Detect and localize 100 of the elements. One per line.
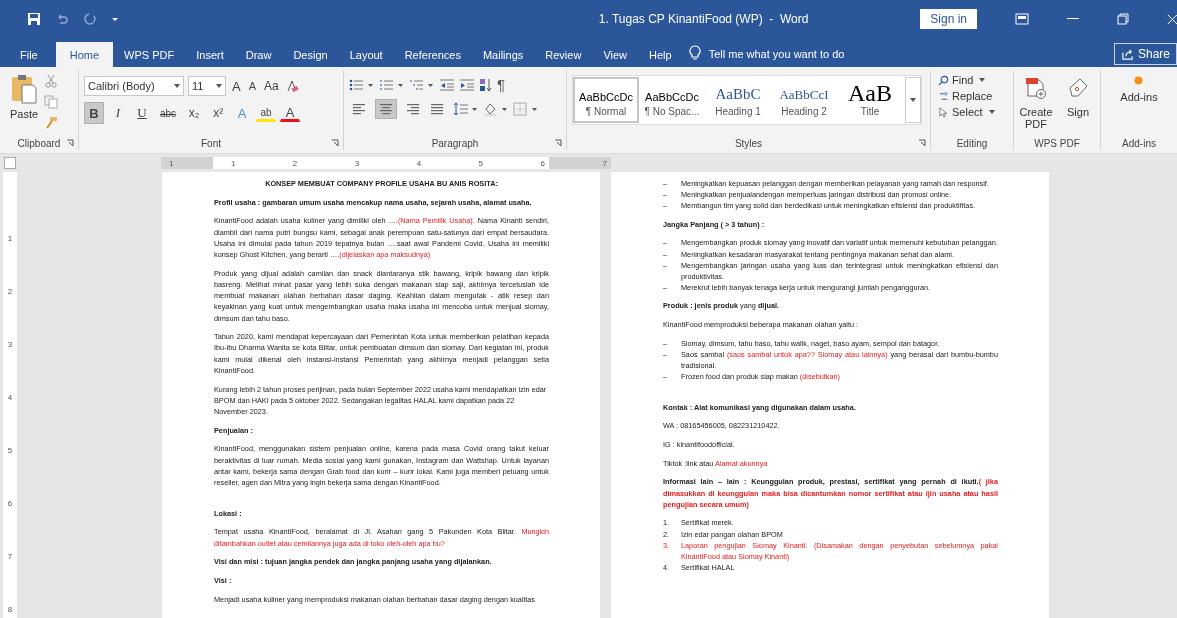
pen-nib-icon: [1066, 76, 1090, 100]
redo-icon[interactable]: [83, 12, 97, 26]
ruler-number: 7: [7, 552, 13, 561]
group-label: Clipboard: [17, 137, 61, 149]
ribbon-tab[interactable]: Home: [55, 42, 114, 67]
replace-icon: [938, 90, 949, 102]
ribbon-tab[interactable]: WPS PDF: [113, 42, 186, 67]
format-button[interactable]: x₂: [184, 102, 205, 124]
format-button[interactable]: ab: [256, 104, 277, 122]
borders-icon[interactable]: [513, 102, 539, 116]
ribbon-tab[interactable]: Help: [638, 42, 683, 67]
format-button[interactable]: A: [280, 104, 301, 122]
find-button[interactable]: Find: [936, 73, 1008, 87]
ribbon-tab[interactable]: Mailings: [471, 42, 535, 67]
share-icon: [1120, 47, 1134, 61]
document-plus-icon: [1024, 76, 1048, 100]
tell-me-search[interactable]: Tell me what you want to do: [708, 48, 845, 60]
ruler-number: 1: [169, 158, 174, 168]
sort-icon[interactable]: [479, 77, 493, 92]
align-icon: [430, 102, 446, 116]
ruler-number: 1: [7, 234, 13, 243]
group-label: Font: [201, 137, 221, 149]
line-spacing-icon[interactable]: [453, 102, 479, 116]
format-button[interactable]: x²: [208, 102, 229, 124]
ribbon-tab[interactable]: View: [592, 42, 639, 67]
sign-button[interactable]: Sign: [1060, 72, 1096, 134]
dialog-launcher-icon[interactable]: [554, 139, 562, 147]
caret-icon: [174, 84, 180, 88]
caret-icon: [216, 84, 222, 88]
paste-button[interactable]: Paste: [10, 72, 39, 122]
font-button[interactable]: Aa: [262, 79, 281, 93]
format-button[interactable]: abc: [156, 102, 181, 124]
paste-icon: [11, 74, 38, 104]
ruler-number: 4: [416, 158, 422, 168]
ruler-number: 5: [478, 158, 484, 168]
ruler-number: 5: [7, 446, 13, 455]
ruler-number: 2: [292, 158, 298, 168]
group-label: Styles: [734, 137, 763, 149]
ruler-number: 6: [540, 158, 545, 168]
font-button[interactable]: A: [230, 78, 243, 94]
align-icon: [378, 102, 394, 116]
dot-icon: [1134, 76, 1144, 85]
caret-icon: [988, 110, 995, 114]
sign-in-button[interactable]: Sign in: [920, 9, 977, 29]
minimize-icon[interactable]: [1067, 18, 1079, 20]
ribbon-tab[interactable]: File: [0, 42, 56, 67]
group-label: WPS PDF: [1034, 137, 1080, 149]
group-label: Add-ins: [1122, 137, 1156, 149]
search-icon: [938, 74, 949, 86]
format-button[interactable]: I: [108, 102, 128, 124]
clear-formatting-icon[interactable]: [284, 79, 299, 93]
font-size-field[interactable]: 11: [188, 76, 226, 96]
share-button[interactable]: Share: [1113, 43, 1177, 65]
save-icon[interactable]: [27, 12, 41, 26]
ruler-number: 2: [7, 287, 13, 296]
multilevel-list-icon[interactable]: [409, 77, 435, 92]
ribbon-tab[interactable]: Insert: [185, 42, 235, 67]
caret-icon[interactable]: [111, 15, 119, 23]
lightbulb-icon: [688, 45, 701, 61]
font-name-field[interactable]: Calibri (Body): [84, 76, 184, 96]
ruler-number: 4: [7, 393, 13, 402]
format-button[interactable]: B: [84, 102, 104, 124]
create-pdf-button[interactable]: Create PDF: [1018, 72, 1054, 134]
font-button[interactable]: A: [246, 80, 258, 92]
select-button[interactable]: Select: [936, 105, 1008, 119]
ruler-number: 6: [7, 499, 13, 508]
increase-indent-icon[interactable]: [459, 77, 475, 92]
group-label: Paragraph: [431, 137, 479, 149]
bullets-icon[interactable]: [349, 77, 375, 92]
style-option[interactable]: AaBbCcDc ¶ Normal: [573, 77, 639, 123]
show-marks-button[interactable]: ¶: [497, 76, 506, 93]
caret-icon: [979, 78, 986, 82]
numbering-icon[interactable]: [379, 77, 405, 92]
ribbon-tab[interactable]: Layout: [338, 42, 394, 67]
ribbon-tab[interactable]: Design: [282, 42, 339, 67]
align-button[interactable]: [375, 99, 397, 119]
align-icon: [404, 102, 420, 116]
add-ins-button[interactable]: Add-ins: [1118, 72, 1160, 134]
ribbon-tab[interactable]: References: [393, 42, 472, 67]
dialog-launcher-icon[interactable]: [918, 139, 926, 147]
ruler-number: 3: [354, 158, 360, 168]
align-icon: [352, 102, 368, 116]
ribbon-display-icon[interactable]: [1015, 13, 1029, 25]
format-button[interactable]: U: [132, 102, 152, 124]
ribbon-tab[interactable]: Review: [534, 42, 593, 67]
ruler-number: 1: [230, 158, 236, 168]
pointer-icon: [938, 106, 949, 118]
close-icon[interactable]: [1167, 13, 1177, 25]
dialog-launcher-icon[interactable]: [331, 139, 339, 147]
ruler-number: 8: [7, 605, 13, 614]
restore-icon[interactable]: [1117, 13, 1129, 25]
window-title: 1. Tugas CP KinantiFood (WP) - Word: [597, 12, 810, 26]
group-label: Editing: [956, 137, 988, 149]
ribbon-tab[interactable]: Draw: [234, 42, 283, 67]
ruler-number: 7: [602, 158, 607, 168]
ruler-number: 3: [7, 340, 13, 349]
shading-icon[interactable]: [483, 102, 509, 116]
decrease-indent-icon[interactable]: [439, 77, 455, 92]
replace-button[interactable]: Replace: [936, 89, 1008, 103]
dialog-launcher-icon[interactable]: [66, 139, 74, 147]
